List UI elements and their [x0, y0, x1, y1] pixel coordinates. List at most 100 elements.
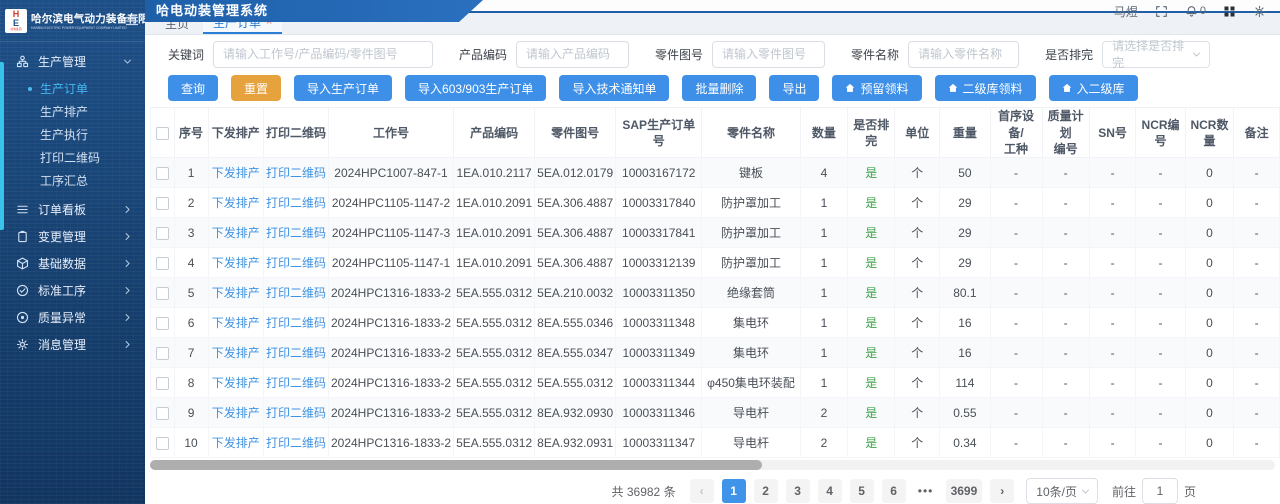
- print-link[interactable]: 打印二维码: [266, 166, 326, 180]
- dispatch-link[interactable]: 下发排产: [212, 196, 260, 210]
- toolbar-button-5[interactable]: 批量删除: [682, 75, 757, 102]
- page-button-4[interactable]: 4: [817, 479, 842, 503]
- quality_plan_no-cell: -: [1041, 337, 1090, 368]
- filter-input-1[interactable]: [516, 40, 630, 68]
- filter-input-2[interactable]: [712, 40, 826, 68]
- qty-cell: 1: [799, 247, 849, 278]
- dispatch-link[interactable]: 下发排产: [212, 166, 260, 180]
- filter-select-4[interactable]: 请选择是否排完: [1102, 39, 1211, 70]
- toolbar-button-1[interactable]: 重置: [231, 75, 282, 102]
- remark-cell: -: [1233, 367, 1280, 398]
- part_name-cell: 防护罩加工: [701, 217, 801, 248]
- sidebar-item-0-4[interactable]: 工序汇总: [0, 169, 145, 192]
- grid-icon[interactable]: [1223, 5, 1236, 18]
- print-link[interactable]: 打印二维码: [266, 406, 326, 420]
- part_name-cell: 防护罩加工: [701, 187, 801, 218]
- print-link[interactable]: 打印二维码: [266, 346, 326, 360]
- print-link[interactable]: 打印二维码: [266, 286, 326, 300]
- toolbar-button-9[interactable]: 入二级库: [1048, 75, 1138, 102]
- filter-input-3[interactable]: [908, 40, 1020, 68]
- toolbar-button-7[interactable]: 预留领料: [832, 75, 922, 102]
- dispatch-link[interactable]: 下发排产: [212, 376, 260, 390]
- page-button-5[interactable]: 5: [849, 479, 874, 503]
- filter-label: 是否排完: [1045, 47, 1094, 62]
- next-page-button[interactable]: ›: [990, 479, 1015, 503]
- sidebar-group-label: 变更管理: [38, 230, 87, 244]
- row-checkbox[interactable]: [155, 436, 169, 450]
- print-link[interactable]: 打印二维码: [266, 256, 326, 270]
- dispatch-link[interactable]: 下发排产: [212, 436, 260, 450]
- page-size-select[interactable]: 10条/页: [1026, 478, 1098, 504]
- row-checkbox[interactable]: [155, 406, 169, 420]
- row-checkbox[interactable]: [155, 376, 169, 390]
- qty-cell: 1: [799, 307, 849, 338]
- sidebar-group-1[interactable]: 订单看板: [0, 196, 145, 223]
- toolbar-button-3[interactable]: 导入603/903生产订单: [405, 75, 547, 102]
- dispatch-link[interactable]: 下发排产: [212, 316, 260, 330]
- sidebar-item-0-0[interactable]: 生产订单: [0, 77, 145, 100]
- prev-page-button[interactable]: ‹: [689, 479, 714, 503]
- row-checkbox[interactable]: [155, 286, 169, 300]
- page-button-2[interactable]: 2: [753, 479, 778, 503]
- company-name: 哈尔滨电气动力装备有限公司: [31, 13, 145, 25]
- first_device-cell: -: [989, 427, 1043, 458]
- sidebar-group-3[interactable]: 基础数据: [0, 250, 145, 277]
- sap_order_no-cell: 10003317841: [615, 217, 703, 248]
- print-link[interactable]: 打印二维码: [266, 436, 326, 450]
- sidebar-group-6[interactable]: 消息管理: [0, 331, 145, 358]
- toolbar-button-6[interactable]: 导出: [769, 75, 820, 102]
- sidebar-item-0-3[interactable]: 打印二维码: [0, 146, 145, 169]
- row-checkbox[interactable]: [155, 346, 169, 360]
- dispatch-link[interactable]: 下发排产: [212, 286, 260, 300]
- page-button-6[interactable]: 6: [881, 479, 906, 503]
- hamburger-icon[interactable]: [125, 14, 139, 28]
- seq-cell: 3: [173, 217, 209, 248]
- fullscreen-icon[interactable]: [1155, 5, 1168, 18]
- sidebar-group-0[interactable]: 生产管理: [0, 48, 145, 75]
- remark-cell: -: [1233, 277, 1280, 308]
- weight-cell: 16: [939, 337, 991, 368]
- row-checkbox[interactable]: [155, 196, 169, 210]
- column-header-weight: 重量: [939, 107, 991, 158]
- row-checkbox[interactable]: [155, 226, 169, 240]
- dispatch-link[interactable]: 下发排产: [212, 406, 260, 420]
- print-link[interactable]: 打印二维码: [266, 196, 326, 210]
- quality_plan_no-cell: -: [1041, 397, 1090, 428]
- work_no-cell: 2024HPC1105-1147-1: [327, 247, 455, 278]
- toolbar-button-8[interactable]: 二级库领料: [934, 75, 1036, 102]
- filter-item-1: 产品编码: [459, 40, 630, 68]
- sidebar-item-0-2[interactable]: 生产执行: [0, 123, 145, 146]
- dispatch-cell: 下发排产: [207, 247, 264, 278]
- filter-input-0[interactable]: [213, 40, 434, 68]
- gear-icon[interactable]: [1253, 5, 1266, 18]
- page-button-3699[interactable]: 3699: [945, 479, 983, 503]
- toolbar-button-4[interactable]: 导入技术通知单: [559, 75, 670, 102]
- select-all-checkbox[interactable]: [155, 126, 169, 140]
- table-row: 3 下发排产 打印二维码 2024HPC1105-1147-3 1EA.010.2091…: [150, 217, 1280, 248]
- print-link[interactable]: 打印二维码: [266, 376, 326, 390]
- page-button-3[interactable]: 3: [785, 479, 810, 503]
- user-name[interactable]: 马煜: [1114, 3, 1138, 20]
- check-circle-icon: [16, 284, 29, 297]
- horizontal-scrollbar-thumb[interactable]: [150, 460, 762, 470]
- row-checkbox[interactable]: [155, 316, 169, 330]
- page-button-1[interactable]: 1: [721, 479, 746, 503]
- print-link[interactable]: 打印二维码: [266, 226, 326, 240]
- scheduled-cell: 是: [847, 337, 896, 368]
- sidebar-group-2[interactable]: 变更管理: [0, 223, 145, 250]
- more-pages-icon[interactable]: •••: [914, 479, 938, 503]
- unit-cell: 个: [894, 337, 941, 368]
- sidebar-group-4[interactable]: 标准工序: [0, 277, 145, 304]
- dispatch-link[interactable]: 下发排产: [212, 256, 260, 270]
- bell-icon[interactable]: 0: [1185, 5, 1206, 18]
- dispatch-link[interactable]: 下发排产: [212, 226, 260, 240]
- toolbar-button-2[interactable]: 导入生产订单: [294, 75, 393, 102]
- dispatch-link[interactable]: 下发排产: [212, 346, 260, 360]
- row-checkbox[interactable]: [155, 166, 169, 180]
- print-link[interactable]: 打印二维码: [266, 316, 326, 330]
- sidebar-item-0-1[interactable]: 生产排产: [0, 100, 145, 123]
- goto-page-input[interactable]: [1141, 478, 1178, 504]
- toolbar-button-0[interactable]: 查询: [168, 75, 219, 102]
- sidebar-group-5[interactable]: 质量异常: [0, 304, 145, 331]
- row-checkbox[interactable]: [155, 256, 169, 270]
